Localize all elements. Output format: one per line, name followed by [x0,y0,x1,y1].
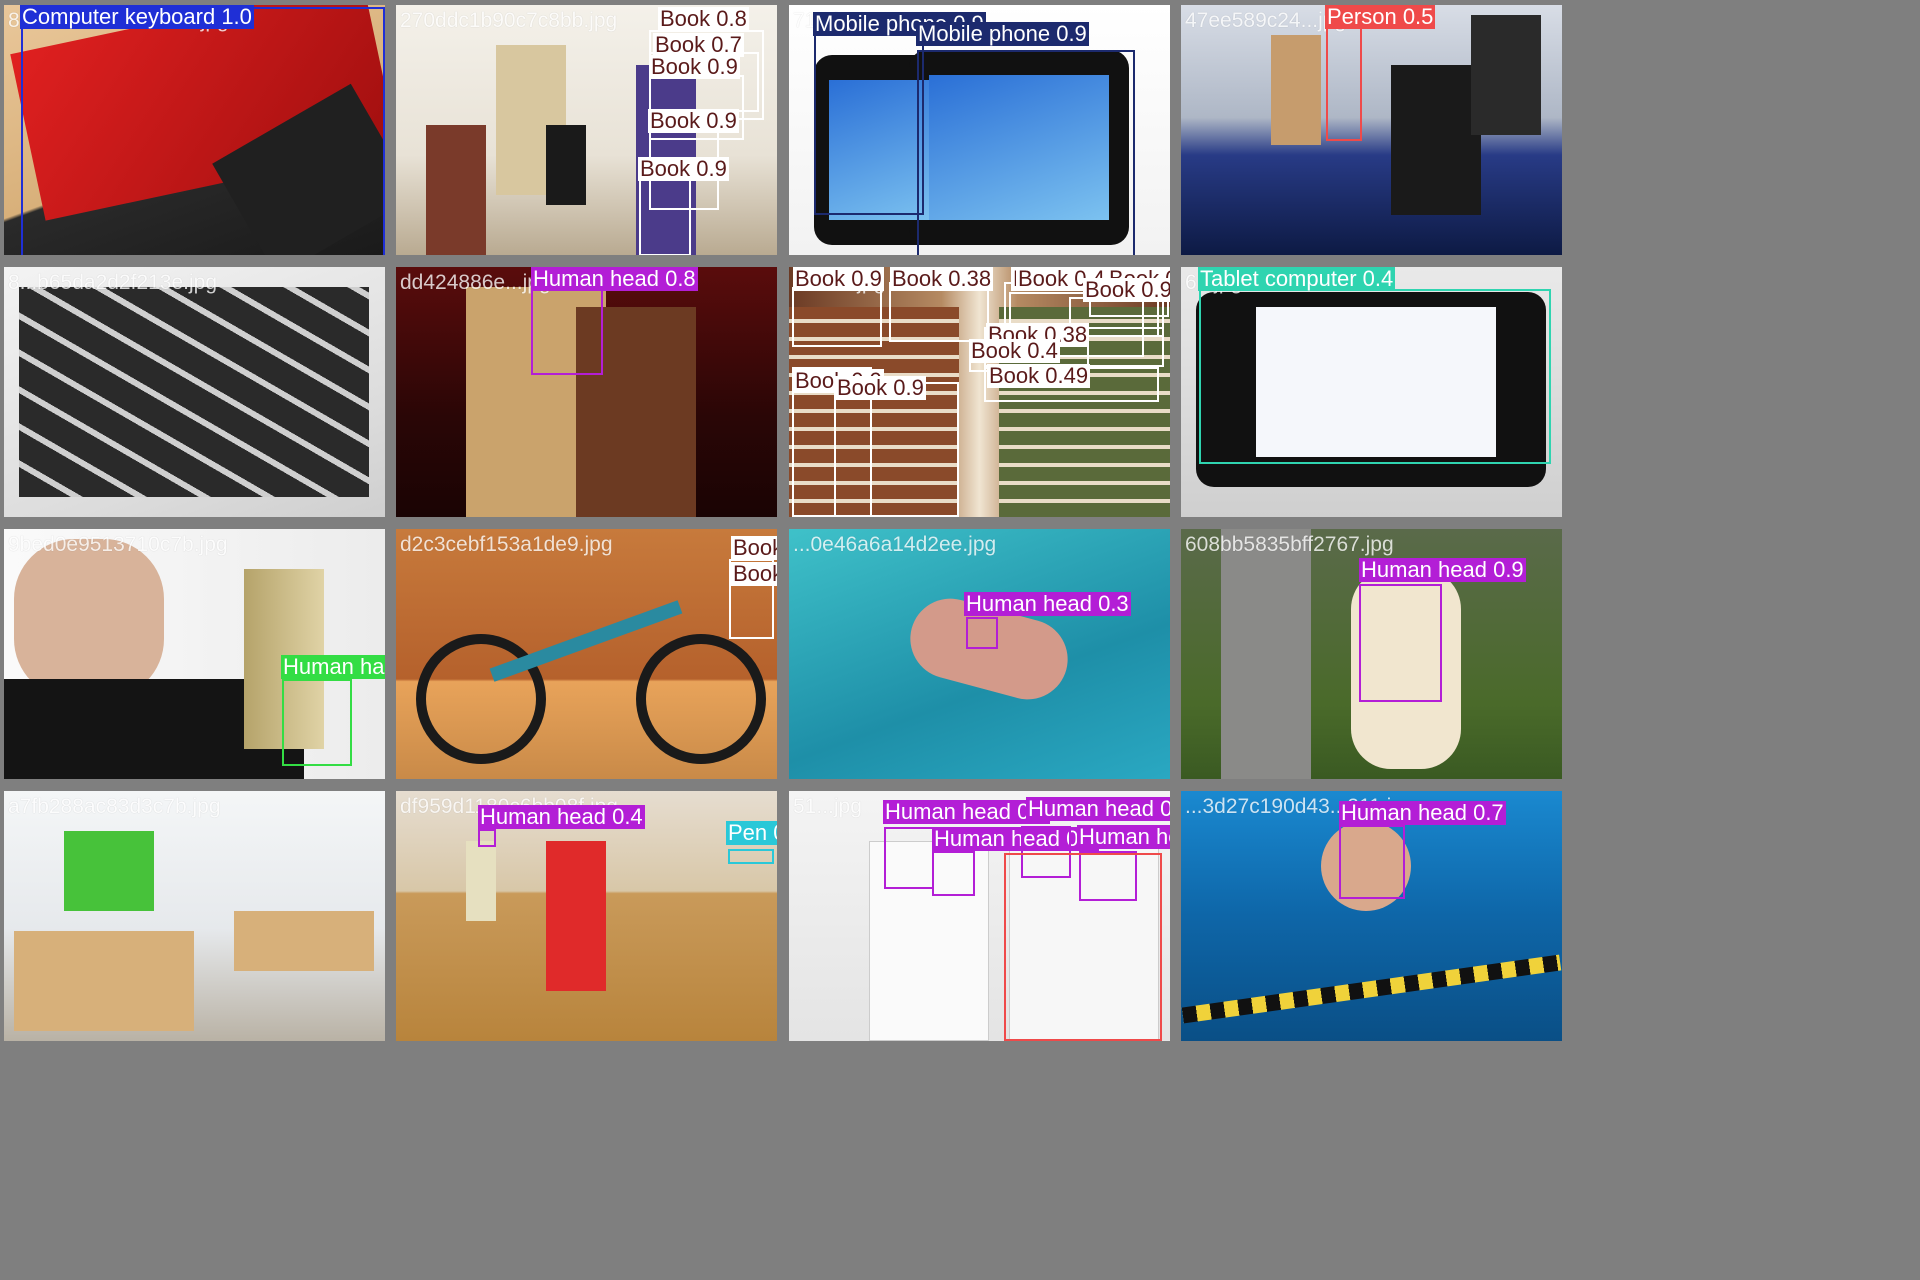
photo-region [19,287,369,497]
detection-box[interactable] [889,282,989,342]
detection-label: Book 0.4 [969,338,1060,363]
detection-box[interactable] [932,851,975,896]
detection-box[interactable] [21,7,385,255]
photo-pool [789,529,1170,779]
detection-box[interactable] [531,287,603,375]
photo-region [14,539,164,699]
detection-label: Book 0.49 [987,363,1091,388]
photo-keyboard [4,267,385,517]
photo-tile: df959d1180c6bb08f.jpgHuman head 0.4Pen 0… [396,791,777,1041]
photo-bicycle [396,529,777,779]
detection-label: Human head 0.4 [478,804,645,829]
photo-tile: 9bed0e9513710c7b.jpgHuman hand 0.3 [4,529,385,779]
detection-label: Human head 0.8 [883,799,1050,824]
detection-label: Person 0.5 [1325,5,1436,29]
photo-region [426,125,486,255]
photo-region [64,831,154,911]
photo-tile: 47ee589c24...jpg Person 0.5 [1181,5,1562,255]
detection-box[interactable] [1004,853,1162,1041]
photo-tile: 71...jpgMobile phone 0.9Mobile phone 0.9 [789,5,1170,255]
photo-tile: 51...jpg Human head 0.8 Human head 0.8 Huma… [789,791,1170,1041]
photo-tile: 3a29...jpgBook 0.9Book 0.38Book 0.3Book … [789,267,1170,517]
photo-tile: d2c3cebf153a1de9.jpgBook 0.9Book 0.5 [396,529,777,779]
detection-label: Mobile phone 0.9 [916,21,1089,46]
detection-label: Human hand 0.3 [281,655,385,679]
detection-label: Book 0.9 [649,54,740,79]
detection-box[interactable] [884,827,934,889]
detection-mosaic: 85788b2e228e3deb.jpgComputer keyboard 1.… [0,0,1568,1046]
photo-tile: 85788b2e228e3deb.jpgComputer keyboard 1.… [4,5,385,255]
photo-region [636,634,766,764]
detection-box[interactable] [814,20,924,215]
photo-tile: 6...jpgTablet computer 0.4 [1181,267,1562,517]
photo-region [1271,35,1321,145]
detection-box[interactable] [1339,825,1405,899]
photo-tile: ...0e46a6a14d2ee.jpg Human head 0.3 [789,529,1170,779]
photo-region [1391,65,1481,215]
detection-box[interactable] [728,849,774,864]
detection-label: Book 0.9 [1083,278,1170,302]
detection-label: Book 0.5 [731,562,777,586]
photo-region [416,634,546,764]
photo-region [14,931,194,1031]
photo-region [1471,15,1541,135]
detection-label: Book 0.9 [638,156,729,181]
detection-box[interactable] [834,382,959,517]
detection-label: Book 0.9 [793,267,884,291]
photo-tile: 270ddc1b90c7c8bb.jpg Book 0.8 Book 0.7 Book… [396,5,777,255]
detection-label: Human head 0.7 [1339,800,1506,825]
detection-label: Book 0.9 [648,108,739,133]
detection-label: Human head 0.8 [932,826,1099,851]
detection-label: Human head 0.8 [531,267,698,291]
detection-box[interactable] [917,50,1135,255]
detection-label: Human head 0.9 [1359,557,1526,582]
detection-label: Book 0.9 [835,375,926,400]
detection-label: Pen 0.3 [726,821,777,845]
detection-label: Book 0.9 [731,536,777,560]
detection-box[interactable] [729,584,774,639]
photo-region [1181,954,1562,1024]
detection-label: Computer keyboard 1.0 [20,5,254,29]
photo-region [234,911,374,971]
detection-box[interactable] [282,679,352,766]
photo-region [546,841,606,991]
photo-tile: 608bb5835bff2767.jpg Human head 0.9 [1181,529,1562,779]
detection-box[interactable] [478,829,496,847]
detection-label: Human head 0.8 [1077,825,1170,849]
detection-box[interactable] [1326,23,1362,141]
detection-label: Book 0.38 [890,267,994,291]
detection-label: Tablet computer 0.4 [1198,267,1396,291]
photo-tile: dd424886e...jpg Human head 0.8 [396,267,777,517]
photo-tile: 8...b65da2d2f213e.jpg [4,267,385,517]
detection-label: Book 0.8 [658,6,749,31]
photo-kids-library [4,791,385,1041]
detection-label: Human head 0.3 [964,591,1131,616]
photo-stage [1181,5,1562,255]
detection-box[interactable] [639,176,691,255]
photo-tile: a7fb288ac83d3c7b.jpg [4,791,385,1041]
photo-region [1221,529,1311,779]
detection-label: Human head 0.8 [1026,797,1170,821]
detection-box[interactable] [1359,584,1442,702]
photo-region [466,841,496,921]
detection-box[interactable] [1199,289,1551,464]
photo-region [546,125,586,205]
photo-tile: ...3d27c190d43...211.jpg Human head 0.7 [1181,791,1562,1041]
detection-box[interactable] [792,287,882,347]
detection-box[interactable] [966,617,998,649]
